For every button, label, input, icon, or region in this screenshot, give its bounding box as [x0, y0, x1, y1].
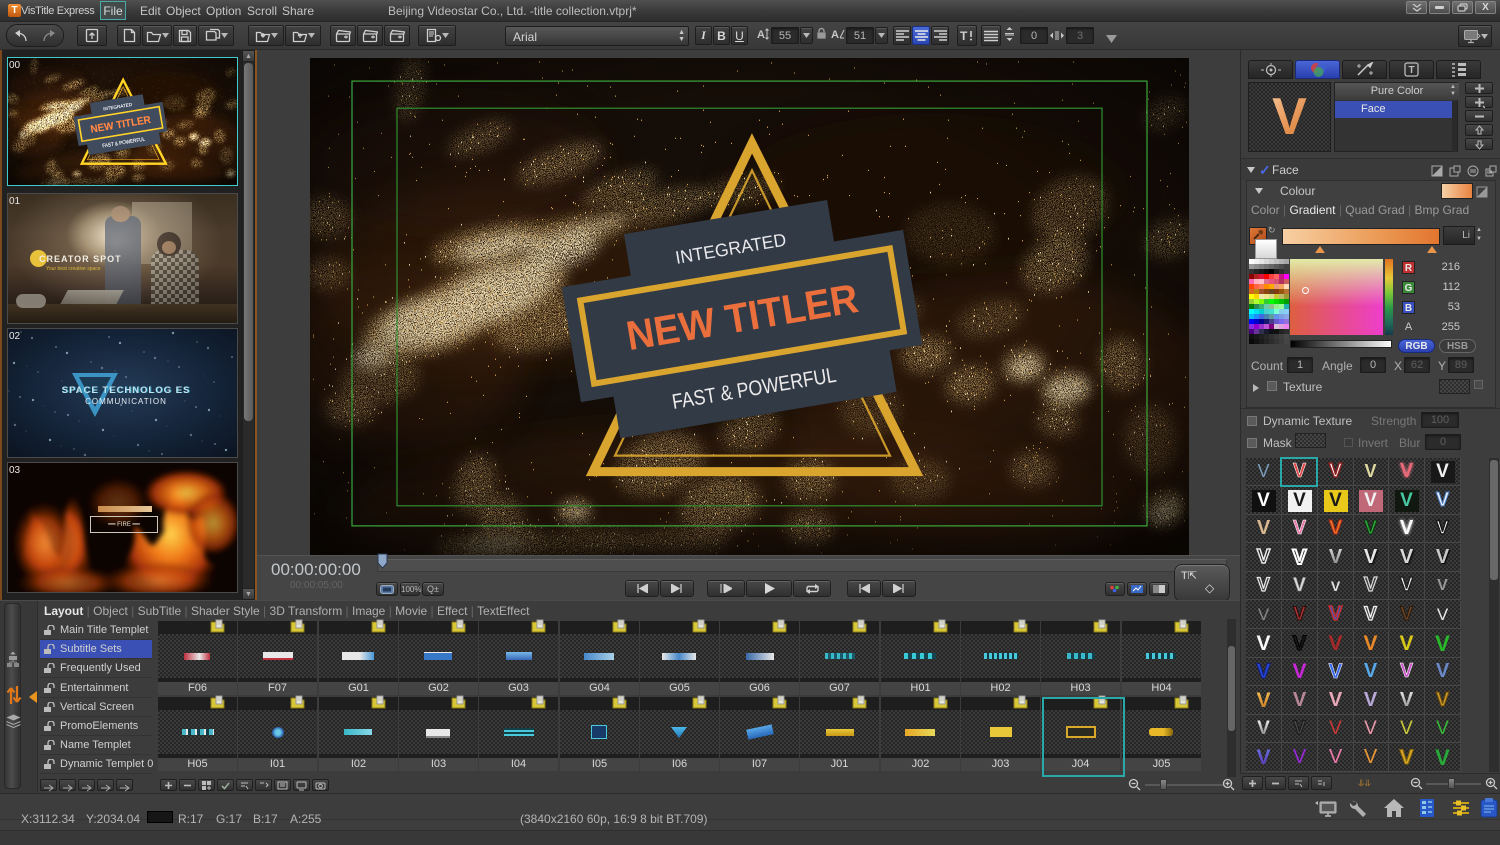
svg-text:T: T — [960, 29, 968, 42]
svg-text:A: A — [831, 29, 839, 40]
svg-text:T: T — [1408, 65, 1414, 76]
svg-text:A: A — [757, 29, 765, 41]
